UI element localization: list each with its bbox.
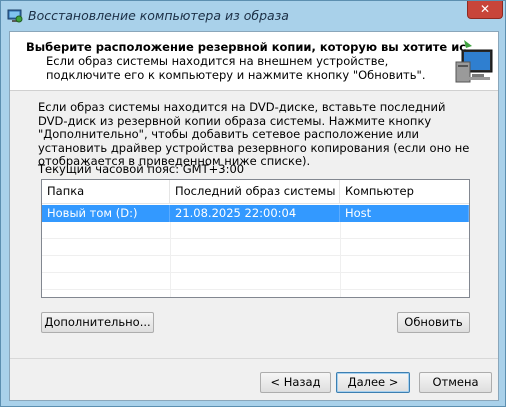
- page-title: Выберите расположение резервной копии, к…: [26, 40, 466, 54]
- list-header: Папка Последний образ системы Компьютер: [42, 180, 469, 204]
- header-description: Если образ системы находится на внешнем …: [46, 54, 426, 82]
- column-header-computer[interactable]: Компьютер: [340, 180, 469, 203]
- row-last-image: 21.08.2025 22:00:04: [170, 205, 340, 222]
- column-header-folder[interactable]: Папка: [42, 180, 170, 203]
- refresh-button[interactable]: Обновить: [397, 312, 470, 333]
- footer-divider: [10, 358, 498, 359]
- empty-row: [42, 239, 469, 256]
- restore-wizard-window: Восстановление компьютера из образа ✕ Вы…: [0, 0, 506, 407]
- computer-backup-icon: [455, 40, 493, 83]
- column-divider: [170, 222, 171, 297]
- close-button[interactable]: ✕: [467, 1, 503, 19]
- window-title: Восстановление компьютера из образа: [28, 8, 289, 23]
- close-icon: ✕: [479, 2, 491, 16]
- timezone-label: Текущий часовой пояс: GMT+3:00: [38, 162, 245, 176]
- advanced-button[interactable]: Дополнительно...: [41, 312, 154, 333]
- row-computer: Host: [340, 205, 469, 222]
- wizard-header: Выберите расположение резервной копии, к…: [10, 32, 498, 91]
- empty-row: [42, 256, 469, 273]
- title-bar[interactable]: Восстановление компьютера из образа ✕: [1, 1, 505, 31]
- backup-location-list[interactable]: Папка Последний образ системы Компьютер …: [41, 179, 470, 298]
- wizard-content: Выберите расположение резервной копии, к…: [9, 31, 499, 401]
- column-divider: [340, 222, 341, 297]
- row-folder: Новый том (D:): [42, 205, 170, 222]
- table-row[interactable]: Новый том (D:) 21.08.2025 22:00:04 Host: [42, 205, 469, 222]
- empty-row: [42, 222, 469, 239]
- empty-row: [42, 273, 469, 290]
- backup-restore-icon: [7, 9, 23, 23]
- next-button[interactable]: Далее >: [336, 372, 410, 393]
- column-header-last-image[interactable]: Последний образ системы: [170, 180, 340, 203]
- cancel-button[interactable]: Отмена: [419, 372, 492, 393]
- back-button[interactable]: < Назад: [260, 372, 331, 393]
- dvd-instructions: Если образ системы находится на DVD-диск…: [38, 100, 470, 168]
